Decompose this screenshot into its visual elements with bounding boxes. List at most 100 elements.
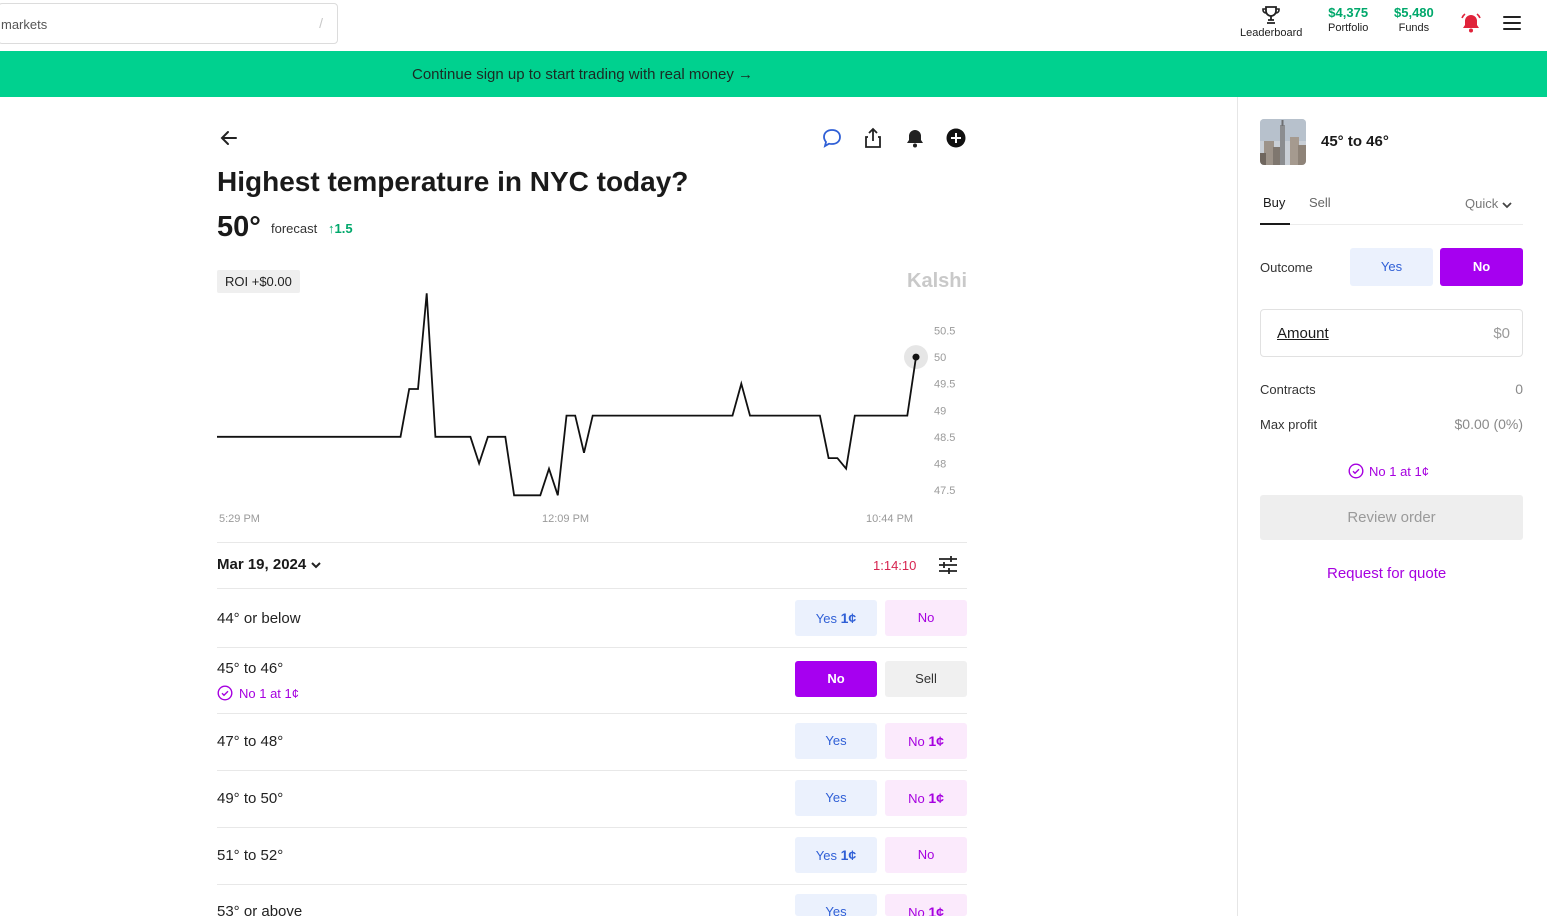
tabs-divider [1260, 224, 1523, 225]
search-shortcut-hint: / [319, 15, 323, 31]
divider [217, 827, 967, 828]
row-label: 47° to 48° [217, 733, 284, 750]
outcome-no-button[interactable]: No [1440, 248, 1523, 286]
row-label: 44° or below [217, 610, 301, 627]
max-profit-value: $0.00 (0%) [1454, 416, 1523, 432]
tab-buy[interactable]: Buy [1263, 195, 1285, 210]
outcome-yes-button[interactable]: Yes [1350, 248, 1433, 286]
row-label: 49° to 50° [217, 790, 284, 807]
share-icon[interactable] [862, 127, 884, 149]
no-button[interactable]: No 1¢ [885, 723, 967, 759]
chart-line-series [217, 293, 917, 497]
chevron-down-icon [1502, 201, 1512, 208]
countdown-timer: 1:14:10 [873, 558, 917, 573]
no-label: No [908, 791, 925, 806]
max-profit-label: Max profit [1260, 417, 1318, 432]
panel-position-text: No 1 at 1¢ [1369, 464, 1429, 479]
funds-value: $5,480 [1394, 5, 1434, 20]
portfolio-link[interactable]: $4,375 Portfolio [1328, 5, 1368, 34]
leaderboard-link[interactable]: Leaderboard [1240, 5, 1302, 39]
yes-button[interactable]: Yes 1¢ [795, 837, 877, 873]
search-placeholder: markets [1, 17, 48, 32]
no-price: 1¢ [928, 733, 944, 749]
no-price: 1¢ [928, 904, 944, 916]
funds-link[interactable]: $5,480 Funds [1394, 5, 1434, 34]
date-selector[interactable]: Mar 19, 2024 [217, 556, 322, 573]
filter-sliders-icon[interactable] [938, 556, 958, 574]
review-order-button[interactable]: Review order [1260, 495, 1523, 540]
roi-badge: ROI +$0.00 [217, 270, 300, 293]
contracts-value: 0 [1515, 381, 1523, 397]
row-label: 45° to 46° [217, 660, 284, 677]
forecast-label: forecast [271, 221, 318, 236]
banner-text: Continue sign up to start trading with r… [412, 66, 754, 83]
no-button[interactable]: No [885, 600, 967, 636]
no-price: 1¢ [928, 790, 944, 806]
y-tick-label: 48.5 [934, 432, 955, 444]
yes-button[interactable]: Yes [795, 894, 877, 916]
yes-button[interactable]: Yes 1¢ [795, 600, 877, 636]
y-tick-label: 49 [934, 405, 946, 417]
no-button[interactable]: No 1¢ [885, 780, 967, 816]
row-label: 53° or above [217, 903, 303, 916]
no-button[interactable]: No [795, 661, 877, 697]
market-title: Highest temperature in NYC today? [217, 166, 689, 197]
y-tick-label: 50 [934, 352, 946, 364]
panel-divider [1237, 97, 1238, 916]
amount-input[interactable] [1390, 320, 1510, 346]
no-label: No [908, 905, 925, 916]
yes-label: Yes [825, 904, 847, 916]
row-position-text: No 1 at 1¢ [239, 686, 299, 701]
yes-button[interactable]: Yes [795, 723, 877, 759]
divider [217, 588, 967, 589]
forecast-value: 50° [217, 211, 261, 243]
no-label: No [917, 847, 935, 862]
chevron-down-icon [311, 562, 321, 569]
yes-price: 1¢ [840, 610, 857, 626]
comment-icon[interactable] [821, 127, 843, 149]
chart-last-point [912, 353, 920, 361]
yes-button[interactable]: Yes [795, 780, 877, 816]
add-circle-icon[interactable] [945, 127, 967, 149]
request-quote-link[interactable]: Request for quote [1327, 565, 1446, 582]
order-mode-label: Quick [1465, 196, 1499, 211]
x-tick-label: 12:09 PM [542, 513, 589, 525]
chart-last-point-halo [904, 345, 928, 370]
no-button[interactable]: No 1¢ [885, 894, 967, 916]
portfolio-label: Portfolio [1328, 22, 1369, 34]
sell-label: Sell [915, 671, 937, 686]
row-position: No 1 at 1¢ [217, 685, 299, 701]
contracts-label: Contracts [1260, 382, 1316, 397]
y-tick-label: 49.5 [934, 379, 955, 391]
no-button[interactable]: No [885, 837, 967, 873]
notification-bell-icon[interactable] [1460, 12, 1482, 34]
kalshi-watermark: Kalshi [907, 270, 968, 292]
y-tick-label: 50.5 [934, 326, 955, 338]
yes-label: Yes [815, 611, 837, 626]
bell-icon[interactable] [904, 127, 926, 149]
check-circle-icon [217, 685, 233, 701]
panel-market-title: 45° to 46° [1321, 133, 1389, 150]
tab-sell[interactable]: Sell [1309, 195, 1331, 210]
leaderboard-label: Leaderboard [1240, 27, 1303, 39]
top-bar: markets / Leaderboard $4,375 Portfolio $… [0, 0, 1547, 51]
search-box[interactable]: markets / [0, 3, 338, 44]
y-tick-label: 48 [934, 458, 946, 470]
back-arrow-icon[interactable] [218, 127, 240, 149]
order-mode-dropdown[interactable]: Quick [1465, 196, 1513, 211]
market-thumbnail-image [1260, 119, 1306, 165]
no-label: No [917, 610, 935, 625]
panel-position: No 1 at 1¢ [1348, 463, 1429, 479]
yes-label: Yes [815, 848, 837, 863]
no-label: No [827, 671, 845, 686]
yes-price: 1¢ [840, 847, 857, 863]
yes-label: Yes [825, 790, 847, 805]
y-tick-label: 47.5 [934, 485, 955, 497]
amount-field[interactable]: Amount [1260, 309, 1523, 357]
signup-banner[interactable]: Continue sign up to start trading with r… [0, 51, 1547, 97]
divider [217, 713, 967, 714]
sell-button[interactable]: Sell [885, 661, 967, 697]
hamburger-menu-icon[interactable] [1503, 16, 1521, 30]
check-circle-icon [1348, 463, 1364, 479]
amount-label: Amount [1277, 325, 1329, 342]
